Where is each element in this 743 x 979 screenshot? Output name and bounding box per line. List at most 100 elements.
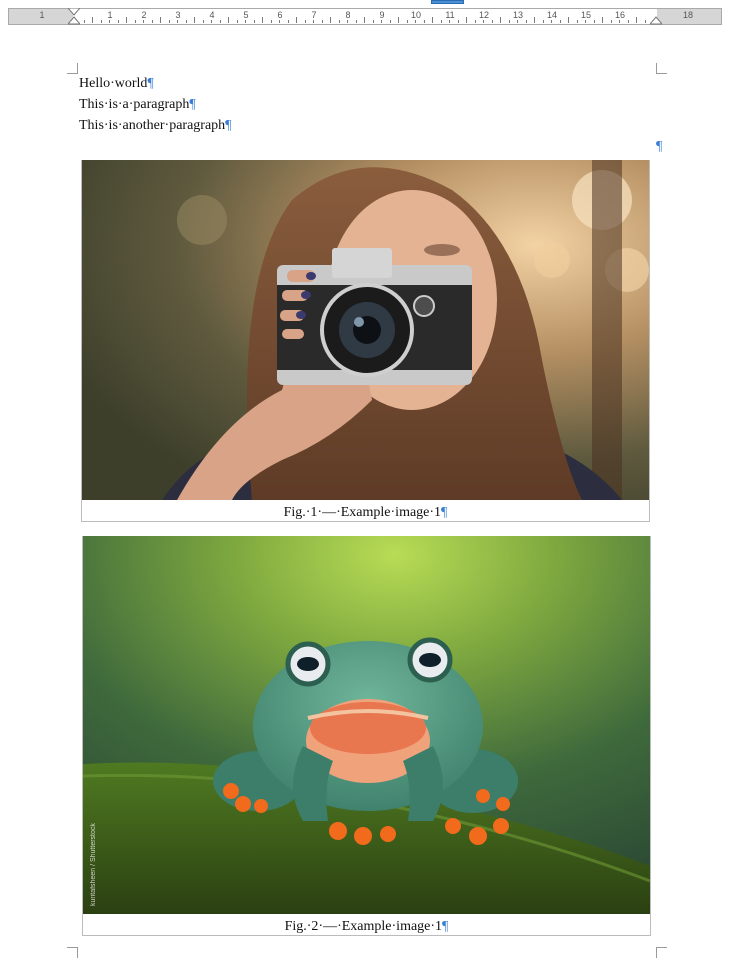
- ruler-number: 3: [175, 10, 181, 20]
- pilcrow-mark: ¶: [225, 118, 232, 133]
- ruler-tick: [610, 20, 612, 23]
- ruler-tick: [100, 20, 102, 23]
- ruler-tick: [109, 20, 110, 23]
- ruler-tick: [321, 20, 323, 23]
- ruler-tick: [576, 20, 578, 23]
- ruler-tick: [185, 20, 187, 23]
- ruler-tick: [619, 20, 620, 23]
- ruler-tick: [364, 17, 365, 23]
- ruler-tick: [211, 20, 212, 23]
- ruler-tick: [508, 20, 510, 23]
- ruler-tick: [517, 20, 518, 23]
- paragraph-text: This·is·another·paragraph: [79, 118, 226, 133]
- ruler-number: 6: [277, 10, 283, 20]
- ruler-tick: [177, 20, 178, 23]
- ruler-tick: [449, 20, 450, 23]
- ruler-number: 1: [39, 10, 45, 20]
- ruler-tick: [440, 20, 442, 23]
- paragraph-3[interactable]: This·is·another·paragraph¶: [79, 117, 232, 135]
- right-indent-marker[interactable]: [650, 8, 662, 25]
- ruler-number: 7: [311, 10, 317, 20]
- ruler-tick: [593, 20, 595, 23]
- ruler-number: 10: [410, 10, 421, 20]
- paragraph-text: This·is·a·paragraph: [79, 97, 190, 112]
- svg-text:kuritafsheen / Shutterstock: kuritafsheen / Shutterstock: [90, 823, 97, 906]
- ruler-tick: [168, 20, 170, 23]
- caption-text: Fig.·2·—·Example·image·1: [284, 919, 443, 934]
- ruler-tick: [551, 20, 552, 23]
- pilcrow-mark: ¶: [189, 97, 196, 112]
- empty-paragraph[interactable]: ¶: [656, 138, 662, 156]
- figure-2-image[interactable]: kuritafsheen / Shutterstock: [83, 536, 650, 914]
- ruler-tick: [389, 20, 391, 23]
- ruler-tick: [381, 20, 382, 23]
- figure-2-caption[interactable]: Fig.·2·—·Example·image·1¶: [83, 918, 650, 936]
- ruler-tick: [219, 20, 221, 23]
- page-corner-mark: [67, 947, 78, 958]
- ruler-tick: [372, 20, 374, 23]
- ruler-number: 11: [445, 10, 455, 20]
- ruler-tick: [279, 20, 280, 23]
- paragraph-2[interactable]: This·is·a·paragraph¶: [79, 96, 196, 114]
- ruler-tick: [542, 20, 544, 23]
- first-line-indent-marker[interactable]: [68, 8, 80, 25]
- ruler-tick: [304, 20, 306, 23]
- ruler-tick: [262, 17, 263, 23]
- watermark: kuritafsheen / Shutterstock: [90, 823, 97, 906]
- ruler-tick: [202, 20, 204, 23]
- ruler-number: 15: [580, 10, 591, 20]
- ruler-tick: [406, 20, 408, 23]
- pilcrow-mark: ¶: [656, 139, 663, 154]
- paragraph-1[interactable]: Hello·world¶: [79, 75, 154, 93]
- ruler-tick: [500, 17, 501, 23]
- ruler-tick: [491, 20, 493, 23]
- figure-1-image[interactable]: [82, 160, 649, 500]
- ruler-number: 8: [345, 10, 351, 20]
- ruler-tick: [466, 17, 467, 23]
- ruler-number: 13: [512, 10, 523, 20]
- ruler-tick: [83, 20, 85, 23]
- ruler-tick: [483, 20, 484, 23]
- ruler-number: 1: [107, 10, 113, 20]
- pilcrow-mark: ¶: [442, 919, 449, 934]
- figure-1-caption[interactable]: Fig.·1·—·Example·image·1¶: [82, 504, 649, 522]
- ruler-tick: [602, 17, 603, 23]
- ruler-tick: [236, 20, 238, 23]
- ruler-number: 14: [546, 10, 557, 20]
- ruler-tick: [194, 17, 195, 23]
- pilcrow-mark: ¶: [147, 76, 154, 91]
- ruler-tick: [568, 17, 569, 23]
- ruler-tick: [347, 20, 348, 23]
- ruler-tick: [92, 17, 93, 23]
- ruler-tick: [415, 20, 416, 23]
- ruler-tick: [644, 20, 646, 23]
- ruler-tick: [474, 20, 476, 23]
- ruler-number: 16: [614, 10, 625, 20]
- ruler-tick: [151, 20, 153, 23]
- ruler-number: 4: [209, 10, 215, 20]
- ruler-tick: [296, 17, 297, 23]
- ruler-tick: [559, 20, 561, 23]
- horizontal-ruler[interactable]: 1 1 2 3 4 5 6 7 8 9 10 11 12 13 14 15 16…: [8, 8, 722, 25]
- ruler-tick: [270, 20, 272, 23]
- ruler-highlight-tab[interactable]: [431, 0, 464, 4]
- ruler-number: 9: [379, 10, 385, 20]
- ruler-tick: [432, 17, 433, 23]
- caption-text: Fig.·1·—·Example·image·1: [283, 505, 442, 520]
- ruler-tick: [117, 20, 119, 23]
- ruler-number: 12: [478, 10, 489, 20]
- ruler-tick: [636, 17, 637, 23]
- ruler-tick: [287, 20, 289, 23]
- ruler-tick: [313, 20, 314, 23]
- page-corner-mark: [67, 63, 78, 74]
- page-corner-mark: [656, 947, 667, 958]
- ruler-tick: [355, 20, 357, 23]
- ruler-tick: [126, 17, 127, 23]
- ruler-tick: [457, 20, 459, 23]
- ruler-tick: [398, 17, 399, 23]
- ruler-tick: [245, 20, 246, 23]
- ruler-tick: [338, 20, 340, 23]
- ruler-number: 2: [141, 10, 147, 20]
- page-corner-mark: [656, 63, 667, 74]
- pilcrow-mark: ¶: [441, 505, 448, 520]
